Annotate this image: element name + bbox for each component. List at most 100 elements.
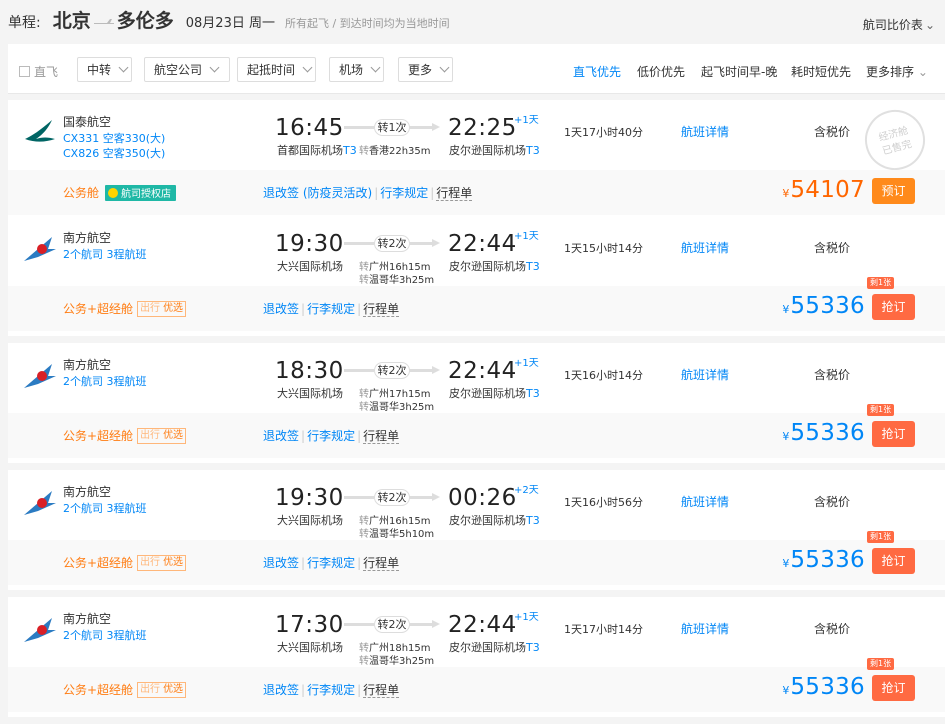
flight-detail-link[interactable]: 航班详情 <box>681 366 729 383</box>
book-button[interactable]: 抢订 <box>872 548 915 574</box>
flight-segments-info[interactable]: 2个航司 3程航班 <box>63 373 147 389</box>
flight-duration: 1天17小时14分 <box>564 623 643 636</box>
flight-segments-info[interactable]: 2个航司 3程航班 <box>63 500 147 516</box>
route-summary: 单程: 北京 多伦多 08月23日 周一 所有起飞 / 到达时间均为当地时间 <box>8 6 450 33</box>
flight-segments-info[interactable]: 2个航司 3程航班 <box>63 627 147 643</box>
stopover-detail: 温哥华3h25m <box>369 656 435 667</box>
divider: | <box>301 683 306 697</box>
itinerary-link[interactable]: 行程单 <box>363 556 400 571</box>
itinerary-link[interactable]: 行程单 <box>436 186 473 201</box>
refund-change-link[interactable]: 退改签 <box>263 556 299 570</box>
departure-time: 19:30 <box>275 231 344 257</box>
stopover-info: 转温哥华3h25m <box>359 398 434 413</box>
flight-number-2[interactable]: CX826 空客350(大) <box>63 145 165 161</box>
cabin-class: 公务舱 航司授权店 <box>63 184 177 201</box>
flight-detail-link[interactable]: 航班详情 <box>681 620 729 637</box>
authorized-store-label: 航司授权店 <box>121 189 172 200</box>
transfer-count[interactable]: 转2次 <box>374 235 410 252</box>
flight-main-row: 南方航空 2个航司 3程航班 18:30 大兴国际机场 转2次 转广州17h15… <box>8 343 945 413</box>
trip-type-label: 单程: <box>8 15 41 31</box>
arrival-terminal: T3 <box>526 641 540 654</box>
itinerary-link[interactable]: 行程单 <box>363 429 400 444</box>
cabin-class: 公务+超经舱 出行 优选 <box>63 554 187 571</box>
price-value: 55336 <box>790 547 865 573</box>
flight-main-row: 南方航空 2个航司 3程航班 19:30 大兴国际机场 转2次 转广州16h15… <box>8 470 945 540</box>
baggage-rules-link[interactable]: 行李规定 <box>307 429 355 443</box>
book-button[interactable]: 抢订 <box>872 421 915 447</box>
sort-more-dropdown[interactable]: 更多排序 ⌄ <box>866 63 928 80</box>
flight-detail-link[interactable]: 航班详情 <box>681 239 729 256</box>
book-button[interactable]: 预订 <box>872 178 915 204</box>
checkbox-box <box>19 66 30 77</box>
arrival-airport-name: 皮尔逊国际机场 <box>449 641 526 654</box>
refund-change-link[interactable]: 退改签 <box>263 302 299 316</box>
fare-rules: 退改签 | 行李规定 | 行程单 <box>263 300 400 317</box>
filter-airport-dropdown[interactable]: 机场 <box>329 57 384 82</box>
flight-detail-link[interactable]: 航班详情 <box>681 493 729 510</box>
refund-change-link[interactable]: 退改签 <box>263 683 299 697</box>
fare-row: 公务+超经舱 出行 优选 退改签 | 行李规定 | 行程单 ¥55336 剩1张 抢订 <box>8 658 945 712</box>
tax-included-label: 含税价 <box>814 241 851 255</box>
refund-change-link[interactable]: 退改签 <box>263 429 299 443</box>
stopover-info: 转温哥华3h25m <box>359 652 434 667</box>
divider: | <box>357 302 362 316</box>
transfer-count[interactable]: 转2次 <box>374 616 410 633</box>
currency-symbol: ¥ <box>782 303 790 316</box>
direct-only-checkbox[interactable]: 直飞 <box>19 63 58 80</box>
travel-preferred-badge: 出行 优选 <box>137 554 187 571</box>
flight-segments-info[interactable]: 2个航司 3程航班 <box>63 246 147 262</box>
price-value: 54107 <box>790 177 865 203</box>
sort-more-label: 更多排序 <box>866 65 915 79</box>
transfer-count[interactable]: 转2次 <box>374 489 410 506</box>
baggage-rules-link[interactable]: 行李规定 <box>307 556 355 570</box>
book-button[interactable]: 抢订 <box>872 294 915 320</box>
airline-compare-button[interactable]: 航司比价表 ⌄ <box>863 16 935 33</box>
from-city: 北京 <box>52 10 91 32</box>
price-value: 55336 <box>790 674 865 700</box>
arrival-airport: 皮尔逊国际机场T3 <box>449 639 540 655</box>
route-line <box>344 242 374 245</box>
cabin-class-label: 公务+超经舱 <box>63 683 134 697</box>
seats-left-tag: 剩1张 <box>867 531 895 543</box>
airline-name: 国泰航空 <box>63 115 112 129</box>
transfer-count[interactable]: 转1次 <box>374 119 410 136</box>
book-button[interactable]: 抢订 <box>872 675 915 701</box>
sort-duration-short[interactable]: 耗时短优先 <box>791 63 851 80</box>
filter-time-dropdown[interactable]: 起抵时间 <box>237 57 316 82</box>
filter-airport-label: 机场 <box>339 63 364 77</box>
china-southern-logo-icon <box>22 485 58 521</box>
flight-number-1[interactable]: CX331 空客330(大) <box>63 130 165 146</box>
baggage-rules-link[interactable]: 行李规定 <box>380 186 428 200</box>
flight-detail-link[interactable]: 航班详情 <box>681 123 729 140</box>
itinerary-link[interactable]: 行程单 <box>363 683 400 698</box>
stopover-info: 转温哥华5h10m <box>359 525 434 540</box>
airline-name: 南方航空 <box>63 485 112 499</box>
arrival-time: 22:25 <box>448 115 517 141</box>
filter-airline-dropdown[interactable]: 航空公司 <box>144 57 230 82</box>
refund-change-link[interactable]: 退改签 (防疫灵活改) <box>263 186 372 200</box>
transfer-count[interactable]: 转2次 <box>374 362 410 379</box>
fare-row: 公务+超经舱 出行 优选 退改签 | 行李规定 | 行程单 ¥55336 剩1张 抢订 <box>8 404 945 458</box>
direct-only-label: 直飞 <box>34 65 59 79</box>
departure-time: 17:30 <box>275 612 344 638</box>
divider: | <box>430 186 435 200</box>
sort-departure-early[interactable]: 起飞时间早-晚 <box>701 63 777 80</box>
tax-included-label: 含税价 <box>814 125 851 139</box>
chevron-down-icon <box>439 62 450 73</box>
flight-main-row: 南方航空 2个航司 3程航班 19:30 大兴国际机场 转2次 转广州16h15… <box>8 216 945 286</box>
sort-direct-first[interactable]: 直飞优先 <box>573 63 621 80</box>
baggage-rules-link[interactable]: 行李规定 <box>307 302 355 316</box>
departure-time: 18:30 <box>275 358 344 384</box>
sort-price-low[interactable]: 低价优先 <box>637 63 685 80</box>
filter-transfer-dropdown[interactable]: 中转 <box>77 57 132 82</box>
filter-more-dropdown[interactable]: 更多 <box>398 57 453 82</box>
arrival-terminal: T3 <box>526 260 540 273</box>
arrival-time: 22:44 <box>448 612 517 638</box>
flight-card: 南方航空 2个航司 3程航班 19:30 大兴国际机场 转2次 转广州16h15… <box>8 216 945 336</box>
tax-included-label: 含税价 <box>814 622 851 636</box>
baggage-rules-link[interactable]: 行李规定 <box>307 683 355 697</box>
stopover-detail: 温哥华5h10m <box>369 529 435 540</box>
fare-price: ¥54107 <box>782 177 865 203</box>
arrow-right-icon <box>432 366 440 374</box>
itinerary-link[interactable]: 行程单 <box>363 302 400 317</box>
